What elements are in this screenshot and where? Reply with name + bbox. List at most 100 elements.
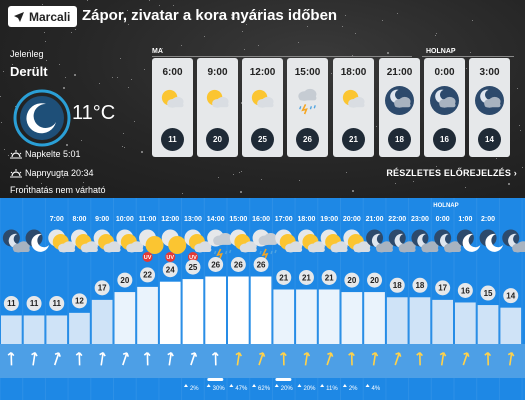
star-dot bbox=[522, 167, 523, 168]
temperature-bar bbox=[182, 279, 204, 344]
star-dot bbox=[233, 174, 234, 175]
forecast-card-temperature: 16 bbox=[433, 128, 456, 151]
star-dot bbox=[258, 45, 259, 46]
temperature-bar bbox=[409, 297, 431, 344]
star-dot bbox=[520, 130, 521, 131]
star-dot bbox=[242, 31, 243, 32]
hour-time-label: 21:00 bbox=[366, 216, 384, 223]
precipitation-probability: 2% bbox=[349, 386, 358, 392]
temperature-bar bbox=[341, 292, 363, 344]
star-dot bbox=[376, 126, 377, 127]
star-dot bbox=[244, 49, 245, 50]
temperature-value-label: 21 bbox=[302, 273, 311, 282]
star-dot bbox=[517, 88, 518, 89]
clear-night-moon-icon bbox=[13, 89, 71, 147]
star-dot bbox=[496, 158, 497, 159]
forecast-card-time: 18:00 bbox=[340, 67, 367, 78]
temperature-bar bbox=[432, 299, 453, 344]
detailed-forecast-link[interactable]: RÉSZLETES ELŐREJELZÉS › bbox=[386, 168, 517, 178]
forecast-card[interactable]: 6:00 11 bbox=[152, 58, 193, 157]
star-dot bbox=[413, 181, 414, 182]
temperature-bar bbox=[250, 276, 272, 344]
temperature-value-label: 11 bbox=[30, 299, 39, 308]
precipitation-probability: 30% bbox=[213, 386, 226, 392]
star-dot bbox=[131, 79, 132, 80]
star-dot bbox=[436, 166, 437, 167]
star-dot bbox=[182, 193, 183, 194]
star-dot bbox=[46, 60, 47, 61]
today-section-label: MA bbox=[152, 48, 163, 55]
temperature-value-label: 18 bbox=[393, 281, 402, 290]
moonset-text: Napnyugta 20:34 bbox=[25, 168, 94, 178]
forecast-card[interactable]: 3:00 14 bbox=[469, 58, 510, 157]
temperature-value-label: 20 bbox=[370, 276, 379, 285]
hourly-forecast-panel[interactable]: HOLNAP 11 11 7:00 11 8:00 12 9:00 17 10:00 20 11:00… bbox=[0, 198, 525, 400]
temperature-value-label: 20 bbox=[120, 276, 129, 285]
star-dot bbox=[241, 171, 242, 172]
forecast-card[interactable]: 18:00 21 bbox=[333, 58, 374, 157]
partly-cloudy-sun-icon bbox=[339, 86, 368, 115]
forecast-card-time: 12:00 bbox=[249, 67, 276, 78]
temperature-bar bbox=[1, 315, 22, 344]
hour-time-label: 12:00 bbox=[161, 216, 179, 223]
weather-headline: Zápor, zivatar a kora nyárias időben bbox=[82, 7, 338, 24]
temperature-value-label: 25 bbox=[188, 263, 197, 272]
star-dot bbox=[44, 32, 45, 33]
rain-drop-icon bbox=[252, 384, 257, 387]
star-dot bbox=[435, 35, 436, 36]
temperature-value-label: 11 bbox=[53, 299, 62, 308]
partly-cloudy-sun-icon bbox=[203, 86, 232, 115]
sunset-icon bbox=[10, 169, 22, 178]
temperature-bar bbox=[205, 276, 226, 344]
temperature-bar bbox=[137, 286, 158, 344]
star-dot bbox=[307, 26, 308, 27]
precip-indicator bbox=[275, 378, 292, 381]
temperature-value-label: 15 bbox=[484, 289, 493, 298]
hour-time-label: 1:00 bbox=[458, 216, 472, 223]
partly-cloudy-night-icon bbox=[430, 86, 459, 115]
temperature-value-label: 16 bbox=[461, 286, 470, 295]
temperature-bar bbox=[228, 276, 249, 344]
hour-time-label: 18:00 bbox=[297, 216, 315, 223]
location-button[interactable]: Marcali bbox=[8, 6, 78, 27]
hour-time-label: 9:00 bbox=[95, 216, 109, 223]
hour-time-label: 19:00 bbox=[320, 216, 338, 223]
temperature-value-label: 26 bbox=[234, 260, 243, 269]
forecast-card[interactable]: 15:00 26 bbox=[287, 58, 328, 157]
temperature-bar bbox=[455, 302, 476, 344]
partly-cloudy-night-icon bbox=[475, 86, 504, 115]
temperature-bar bbox=[477, 305, 499, 344]
temperature-bar bbox=[159, 281, 181, 344]
hourly-tomorrow-label: HOLNAP bbox=[433, 203, 458, 209]
temperature-bar bbox=[318, 289, 340, 344]
star-dot bbox=[141, 151, 143, 153]
forecast-card[interactable]: 9:00 20 bbox=[197, 58, 238, 157]
hour-time-label: 8:00 bbox=[72, 216, 86, 223]
forecast-card-temperature: 21 bbox=[342, 128, 365, 151]
star-dot bbox=[144, 69, 145, 70]
star-dot bbox=[71, 32, 72, 33]
forecast-card-temperature: 25 bbox=[251, 128, 274, 151]
rain-drop-icon bbox=[274, 384, 279, 387]
forecast-card-temperature: 11 bbox=[161, 128, 184, 151]
tomorrow-divider bbox=[422, 56, 514, 57]
star-dot bbox=[345, 15, 346, 16]
star-dot bbox=[45, 41, 46, 42]
detailed-forecast-label: RÉSZLETES ELŐREJELZÉS bbox=[386, 168, 512, 178]
forecast-card[interactable]: 12:00 25 bbox=[242, 58, 283, 157]
temperature-value-label: 18 bbox=[415, 281, 424, 290]
star-dot bbox=[99, 83, 100, 84]
forecast-card[interactable]: 21:00 18 bbox=[379, 58, 420, 157]
star-dot bbox=[240, 191, 242, 193]
star-dot bbox=[65, 77, 66, 78]
forecast-card[interactable]: 0:00 16 bbox=[424, 58, 465, 157]
star-dot bbox=[465, 187, 466, 188]
front-effect-text: Fronthatás nem várható bbox=[10, 185, 106, 195]
star-dot bbox=[387, 52, 389, 54]
temperature-value-label: 12 bbox=[75, 297, 84, 306]
star-dot bbox=[342, 26, 343, 27]
temperature-bar bbox=[46, 315, 68, 344]
forecast-card-temperature: 18 bbox=[388, 128, 411, 151]
hour-time-label: 11:00 bbox=[139, 216, 157, 223]
star-dot bbox=[59, 64, 60, 65]
